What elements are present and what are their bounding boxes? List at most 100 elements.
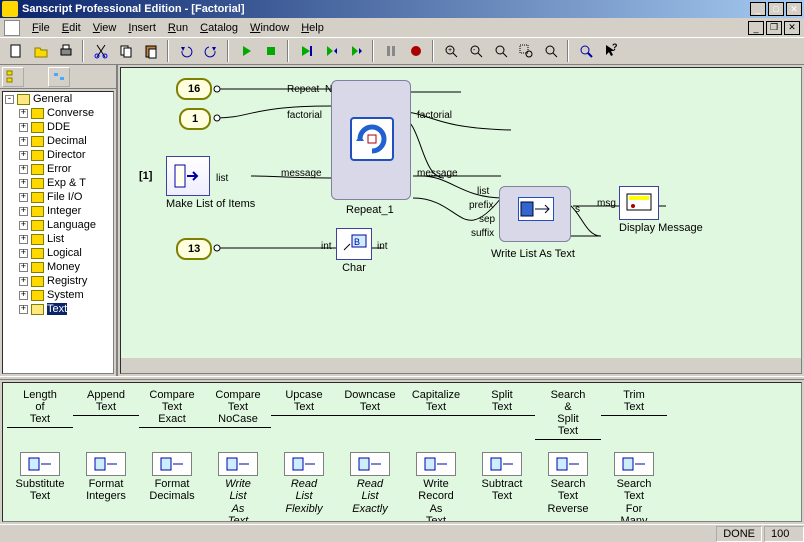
writelist-block[interactable]	[499, 186, 571, 242]
tree-item-director[interactable]: +Director	[3, 148, 113, 162]
palette-item-read-list-flexibly[interactable]: ReadListFlexibly	[271, 452, 337, 522]
zoom-out-button[interactable]: -	[464, 40, 487, 62]
menu-insert[interactable]: Insert	[122, 20, 162, 36]
canvas-scroll[interactable]: 16 1 [1] 13 Make List of Items list Repe…	[120, 67, 802, 374]
tree-item-language[interactable]: +Language	[3, 218, 113, 232]
palette-item-write-list-as-text[interactable]: WriteListAsText	[205, 452, 271, 522]
repeat-block[interactable]	[331, 80, 411, 200]
open-button[interactable]	[29, 40, 52, 62]
make-list-block[interactable]: Make List of Items	[166, 156, 255, 210]
flowgram-canvas[interactable]: 16 1 [1] 13 Make List of Items list Repe…	[121, 68, 801, 358]
expand-icon[interactable]: +	[19, 165, 28, 174]
tree-item-file-i-o[interactable]: +File I/O	[3, 190, 113, 204]
tree-item-logical[interactable]: +Logical	[3, 246, 113, 260]
menu-run[interactable]: Run	[162, 20, 194, 36]
value-bracket[interactable]: [1]	[139, 170, 152, 182]
step-over-button[interactable]	[294, 40, 317, 62]
value-13[interactable]: 13	[176, 238, 212, 260]
print-button[interactable]	[54, 40, 77, 62]
maximize-button[interactable]: □	[768, 2, 784, 16]
stop-button[interactable]	[259, 40, 282, 62]
tree-item-error[interactable]: +Error	[3, 162, 113, 176]
function-palette[interactable]: LengthofTextAppendTextCompareTextExactCo…	[2, 382, 802, 522]
close-button[interactable]: ✕	[786, 2, 802, 16]
palette-item-search-split-text[interactable]: Search&SplitText	[535, 389, 601, 440]
copy-button[interactable]	[114, 40, 137, 62]
zoom-select-button[interactable]	[514, 40, 537, 62]
mdi-minimize-button[interactable]: _	[748, 21, 764, 35]
value-16[interactable]: 16	[176, 78, 212, 100]
sidebar-tab-flat[interactable]	[48, 67, 70, 87]
tree-item-system[interactable]: +System	[3, 288, 113, 302]
mdi-restore-button[interactable]: ❐	[766, 21, 782, 35]
zoom-fit-button[interactable]	[489, 40, 512, 62]
zoom-in-button[interactable]: +	[439, 40, 462, 62]
menu-edit[interactable]: Edit	[56, 20, 87, 36]
expand-icon[interactable]: +	[19, 249, 28, 258]
palette-item-trim-text[interactable]: TrimText	[601, 389, 667, 440]
palette-item-write-record-as-text[interactable]: WriteRecordAsText	[403, 452, 469, 522]
char-block[interactable]: B Char	[336, 228, 372, 274]
palette-item-split-text[interactable]: SplitText	[469, 389, 535, 440]
expand-icon[interactable]: +	[19, 179, 28, 188]
expand-icon[interactable]: +	[19, 263, 28, 272]
palette-item-search-text-reverse[interactable]: SearchTextReverse	[535, 452, 601, 522]
menu-window[interactable]: Window	[244, 20, 295, 36]
horizontal-splitter[interactable]	[0, 376, 804, 380]
palette-item-downcase-text[interactable]: DowncaseText	[337, 389, 403, 440]
expand-icon[interactable]: +	[19, 277, 28, 286]
expand-icon[interactable]: +	[19, 193, 28, 202]
tree-item-dde[interactable]: +DDE	[3, 120, 113, 134]
palette-item-compare-text-exact[interactable]: CompareTextExact	[139, 389, 205, 440]
zoom-100-button[interactable]	[539, 40, 562, 62]
pause-button[interactable]	[379, 40, 402, 62]
expand-icon[interactable]: +	[19, 109, 28, 118]
sidebar-tab-tree[interactable]	[2, 67, 24, 87]
step-out-button[interactable]	[344, 40, 367, 62]
cut-button[interactable]	[89, 40, 112, 62]
palette-item-search-text-for-many[interactable]: SearchTextForMany	[601, 452, 667, 522]
breakpoint-button[interactable]	[404, 40, 427, 62]
run-button[interactable]	[234, 40, 257, 62]
expand-icon[interactable]: +	[19, 151, 28, 160]
expand-icon[interactable]: +	[19, 221, 28, 230]
tree-item-integer[interactable]: +Integer	[3, 204, 113, 218]
tree-item-converse[interactable]: +Converse	[3, 106, 113, 120]
expand-icon[interactable]: +	[19, 305, 28, 314]
palette-item-substitute-text[interactable]: SubstituteText	[7, 452, 73, 522]
new-button[interactable]	[4, 40, 27, 62]
tree-item-text[interactable]: +Text	[3, 302, 113, 316]
expand-icon[interactable]: +	[19, 123, 28, 132]
undo-button[interactable]	[174, 40, 197, 62]
minimize-button[interactable]: _	[750, 2, 766, 16]
help-cursor-button[interactable]: ?	[599, 40, 622, 62]
palette-item-length-of-text[interactable]: LengthofText	[7, 389, 73, 440]
palette-item-format-integers[interactable]: FormatIntegers	[73, 452, 139, 522]
step-into-button[interactable]	[319, 40, 342, 62]
palette-item-upcase-text[interactable]: UpcaseText	[271, 389, 337, 440]
collapse-icon[interactable]: -	[5, 95, 14, 104]
menu-file[interactable]: File	[26, 20, 56, 36]
expand-icon[interactable]: +	[19, 207, 28, 216]
tree-item-registry[interactable]: +Registry	[3, 274, 113, 288]
display-block[interactable]: Display Message	[619, 186, 703, 234]
tree-item-decimal[interactable]: +Decimal	[3, 134, 113, 148]
tree-item-exp-t[interactable]: +Exp & T	[3, 176, 113, 190]
find-button[interactable]	[574, 40, 597, 62]
palette-item-subtract-text[interactable]: SubtractText	[469, 452, 535, 522]
redo-button[interactable]	[199, 40, 222, 62]
palette-item-capitalize-text[interactable]: CapitalizeText	[403, 389, 469, 440]
paste-button[interactable]	[139, 40, 162, 62]
mdi-close-button[interactable]: ✕	[784, 21, 800, 35]
palette-item-format-decimals[interactable]: FormatDecimals	[139, 452, 205, 522]
tree-item-money[interactable]: +Money	[3, 260, 113, 274]
expand-icon[interactable]: +	[19, 235, 28, 244]
menu-catalog[interactable]: Catalog	[194, 20, 244, 36]
value-1[interactable]: 1	[179, 108, 211, 130]
palette-item-read-list-exactly[interactable]: ReadListExactly	[337, 452, 403, 522]
menu-view[interactable]: View	[87, 20, 123, 36]
tree-root[interactable]: - General	[3, 92, 113, 106]
expand-icon[interactable]: +	[19, 137, 28, 146]
tree-item-list[interactable]: +List	[3, 232, 113, 246]
expand-icon[interactable]: +	[19, 291, 28, 300]
